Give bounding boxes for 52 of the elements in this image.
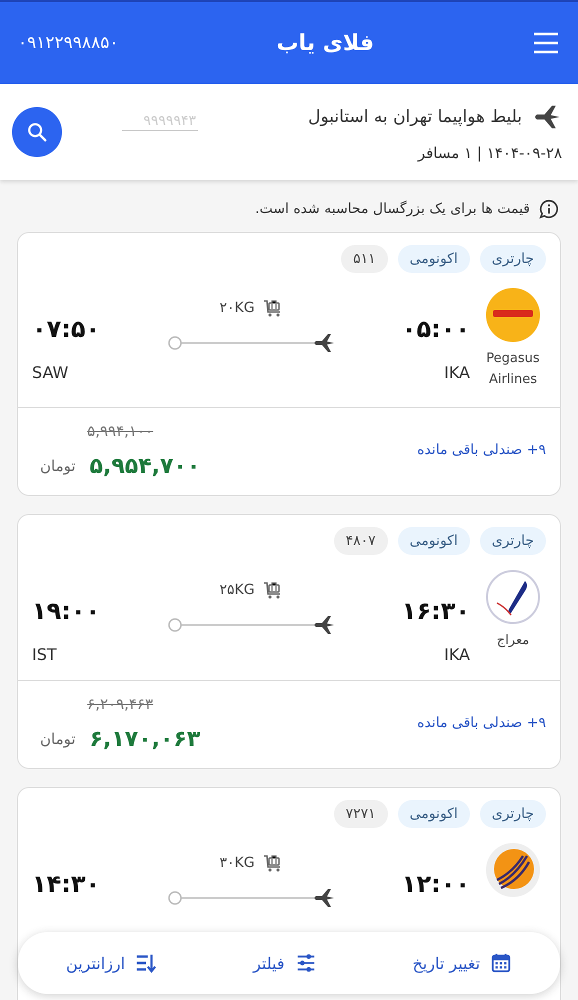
- price: ۶,۱۷۰,۰۶۳: [90, 726, 200, 752]
- arrival-time: ۱۹:۰۰: [32, 596, 100, 625]
- seats-left-link[interactable]: ۹+ صندلی باقی مانده: [417, 715, 546, 732]
- tag: چارتری: [480, 245, 546, 273]
- currency: تومان: [40, 730, 76, 748]
- departure-time: ۱۲:۰۰: [402, 870, 470, 898]
- airport-code: IST: [32, 644, 57, 664]
- flight-number: ۴۸۰۷: [334, 526, 388, 555]
- search-button[interactable]: [12, 107, 62, 157]
- tag: اکونومی: [398, 245, 470, 273]
- airline-name: معراج: [496, 632, 530, 650]
- menu-icon[interactable]: [532, 31, 560, 55]
- luggage-cart-icon: [262, 580, 283, 599]
- search-summary: ۱۴۰۴-۰۹-۲۸ | ۱ مسافر: [416, 144, 562, 162]
- route-title: بلیط هواپیما تهران به استانبول: [308, 107, 522, 127]
- airline-logo: [485, 287, 541, 343]
- arrival-time: ۱۴:۳۰: [32, 870, 100, 898]
- seats-left-link[interactable]: ۹+ صندلی باقی مانده: [417, 442, 546, 458]
- currency: تومان: [40, 457, 76, 476]
- toolbar-button[interactable]: فیلتر: [247, 946, 322, 980]
- phone-number[interactable]: ۰۹۱۲۲۹۹۸۸۵۰: [18, 33, 118, 53]
- app-title: فلای یاب: [276, 30, 374, 56]
- departure-time: ۱۶:۳۰: [402, 596, 470, 625]
- calendar-icon: [490, 952, 512, 974]
- luggage-cart-icon: [262, 299, 283, 317]
- tag: چارتری: [480, 800, 546, 828]
- flight-number: ۷۲۷۱: [334, 800, 388, 828]
- old-price: ۶,۲۰۹,۴۶۳: [87, 694, 154, 713]
- luggage-cart-icon: [262, 854, 283, 872]
- old-price: ۵,۹۹۴,۱۰۰: [87, 422, 154, 440]
- airport-code: IKA: [444, 363, 470, 382]
- flight-number: ۵۱۱: [341, 245, 388, 273]
- airport-code: IKA: [444, 644, 470, 664]
- baggage-allowance: ۲۵KG: [219, 582, 255, 598]
- departure-time: ۰۵:۰۰: [402, 315, 470, 343]
- tag: اکونومی: [398, 800, 470, 828]
- tag: اکونومی: [398, 526, 470, 555]
- price: ۵,۹۵۴,۷۰۰: [90, 454, 200, 479]
- baggage-allowance: ۲۰KG: [219, 300, 255, 316]
- price-notice: قیمت ها برای یک بزرگسال محاسبه شده است.: [255, 201, 530, 217]
- airport-code: SAW: [32, 363, 68, 382]
- baggage-allowance: ۳۰KG: [219, 854, 255, 871]
- airline-name: Pegasus Airlines: [485, 350, 541, 389]
- airline-logo: [485, 568, 541, 625]
- sort-icon: [135, 952, 158, 974]
- tag: چارتری: [480, 526, 546, 555]
- info-icon: [538, 198, 560, 220]
- toolbar-button[interactable]: ارزانترین: [60, 946, 164, 980]
- toolbar-button[interactable]: تغییر تاریخ: [406, 946, 518, 980]
- arrival-time: ۰۷:۵۰: [32, 315, 100, 343]
- search-icon: [26, 121, 48, 143]
- airline-logo: [485, 842, 541, 898]
